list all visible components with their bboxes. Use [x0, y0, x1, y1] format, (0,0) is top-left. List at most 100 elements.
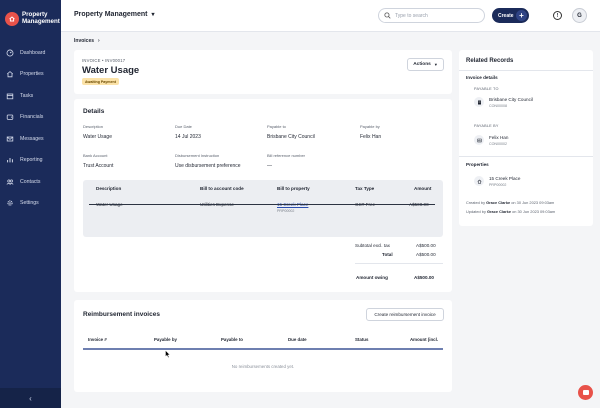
field-label: Payable by — [360, 124, 380, 129]
related-code: CON00002 — [489, 142, 507, 146]
contacts-icon — [6, 178, 14, 186]
field-value: 14 Jul 2023 — [175, 134, 201, 140]
building-icon — [474, 97, 484, 107]
chat-icon — [582, 390, 589, 395]
field-value: Use disbursement preference — [175, 163, 241, 169]
total-label: Total — [382, 252, 393, 257]
app-name: Property Management — [74, 11, 148, 18]
sidebar-item-reporting[interactable]: Reporting — [0, 150, 61, 172]
field-value: Water Usage — [83, 134, 112, 140]
field-value: — — [267, 163, 272, 169]
sidebar-item-messages[interactable]: Messages — [0, 128, 61, 150]
table-divider — [89, 204, 435, 205]
plus-icon: + — [516, 10, 527, 21]
people-icon — [474, 135, 484, 145]
search-input[interactable] — [395, 12, 475, 19]
sidebar-item-tasks[interactable]: Tasks — [0, 85, 61, 107]
audit-user: Grace Clarke — [487, 209, 512, 214]
field-label: Disbursement Instruction — [175, 153, 220, 158]
chat-button[interactable] — [578, 385, 593, 400]
audit-prefix: Updated by — [466, 209, 486, 214]
field-disbursement-instruction: Disbursement Instruction Use disbursemen… — [175, 153, 241, 169]
related-code: CON00008 — [489, 104, 507, 108]
details-title: Details — [83, 108, 105, 115]
related-payable-by-info: Felix Han CON00002 — [489, 135, 508, 146]
column-header: Payable by — [154, 337, 177, 342]
details-card: Details Description Water Usage Due Date… — [74, 99, 452, 292]
payable-by-label: PAYABLE BY — [474, 124, 499, 128]
subtotal-value: A$500.00 — [416, 243, 436, 248]
avatar[interactable]: G — [572, 8, 587, 23]
house-icon — [474, 176, 484, 186]
collapse-sidebar-button[interactable]: ‹ — [0, 388, 61, 408]
create-button[interactable]: Create + — [492, 8, 529, 23]
reimbursement-title: Reimbursement invoices — [83, 311, 160, 318]
sidebar-item-label: Contacts — [20, 178, 41, 185]
column-header: Status — [355, 337, 369, 342]
chevron-left-icon: ‹ — [29, 393, 32, 403]
field-due-date: Due Date 14 Jul 2023 — [175, 124, 201, 140]
invoice-number: INV00017 — [105, 58, 126, 63]
amount-owing-label: Amount owing — [356, 275, 388, 280]
field-payable-by: Payable by Felix Han — [360, 124, 381, 140]
chevron-down-icon: ▾ — [151, 12, 155, 18]
audit-date: on 30 Jun 2023 09:03am — [511, 200, 555, 205]
mouse-cursor-icon — [165, 350, 171, 358]
related-code: PRP00002 — [489, 183, 507, 187]
app-switcher[interactable]: Property Management ▾ — [74, 11, 155, 18]
brand-name: Property Management — [22, 12, 60, 25]
field-label: Bill reference number — [267, 153, 306, 158]
invoice-header-card: INVOICE • INV00017 Water Usage Awaiting … — [74, 50, 452, 94]
audit-prefix: Created by — [466, 200, 486, 205]
amount-owing-value: A$500.00 — [414, 275, 434, 280]
field-bank-account: Bank Account Trust Account — [83, 153, 113, 169]
audit-date: on 30 Jun 2023 09:03am — [512, 209, 556, 214]
line-items-header: Description Bill to account code Bill to… — [83, 180, 443, 196]
related-payable-to[interactable]: Brisbane City Council CON00008 — [474, 97, 533, 108]
actions-button[interactable]: Actions ▼ — [407, 58, 444, 71]
calendar-icon — [6, 92, 14, 100]
brand[interactable]: Property Management — [0, 0, 61, 30]
caret-down-icon: ▼ — [433, 62, 438, 67]
totals-divider — [355, 263, 443, 264]
field-payable-to: Payable to Brisbane City Council — [267, 124, 315, 140]
field-label: Description — [83, 124, 104, 129]
sidebar-item-financials[interactable]: Financials — [0, 107, 61, 129]
related-name: Brisbane City Council — [489, 97, 533, 102]
breadcrumb-invoices[interactable]: Invoices — [74, 38, 94, 44]
related-name: Felix Han — [489, 135, 509, 140]
help-icon[interactable]: ! — [553, 11, 562, 20]
create-reimbursement-button[interactable]: Create reimbursement invoice — [366, 308, 444, 321]
field-label: Payable to — [267, 124, 286, 129]
related-payable-to-info: Brisbane City Council CON00008 — [489, 97, 533, 108]
search-box[interactable] — [378, 8, 485, 23]
related-divider — [459, 156, 593, 157]
field-value: Brisbane City Council — [267, 134, 315, 140]
sidebar-item-dashboard[interactable]: Dashboard — [0, 42, 61, 64]
sidebar-item-contacts[interactable]: Contacts — [0, 171, 61, 193]
related-property[interactable]: 15 Creek Place PRP00002 — [474, 176, 520, 187]
sidebar-item-properties[interactable]: Properties — [0, 64, 61, 86]
field-label: Due Date — [175, 124, 192, 129]
sidebar-item-settings[interactable]: Settings — [0, 193, 61, 215]
related-name: 15 Creek Place — [489, 176, 521, 181]
wallet-icon — [6, 113, 14, 121]
top-bar: Property Management ▾ Create + ! G — [61, 0, 600, 32]
column-header: Tax Type — [355, 185, 375, 191]
total-value: A$500.00 — [416, 252, 436, 257]
breadcrumb: Invoices › — [74, 38, 100, 44]
line-items-table: Description Bill to account code Bill to… — [83, 180, 443, 237]
page-title: Water Usage — [82, 65, 140, 76]
column-header: Amount — [414, 185, 432, 191]
sidebar-item-label: Dashboard — [20, 49, 46, 56]
sidebar-item-label: Settings — [20, 200, 39, 207]
column-header: Description — [96, 185, 122, 191]
column-header: Bill to property — [277, 185, 310, 191]
audit-user: Grace Clarke — [486, 200, 511, 205]
sidebar: Property Management Dashboard Properties… — [0, 0, 61, 408]
subtotal-label: Subtotal excl. tax — [355, 243, 390, 248]
field-description: Description Water Usage — [83, 124, 112, 140]
horizontal-scrollbar[interactable] — [83, 348, 443, 350]
related-payable-by[interactable]: Felix Han CON00002 — [474, 135, 508, 146]
invoice-type: INVOICE — [82, 58, 101, 63]
